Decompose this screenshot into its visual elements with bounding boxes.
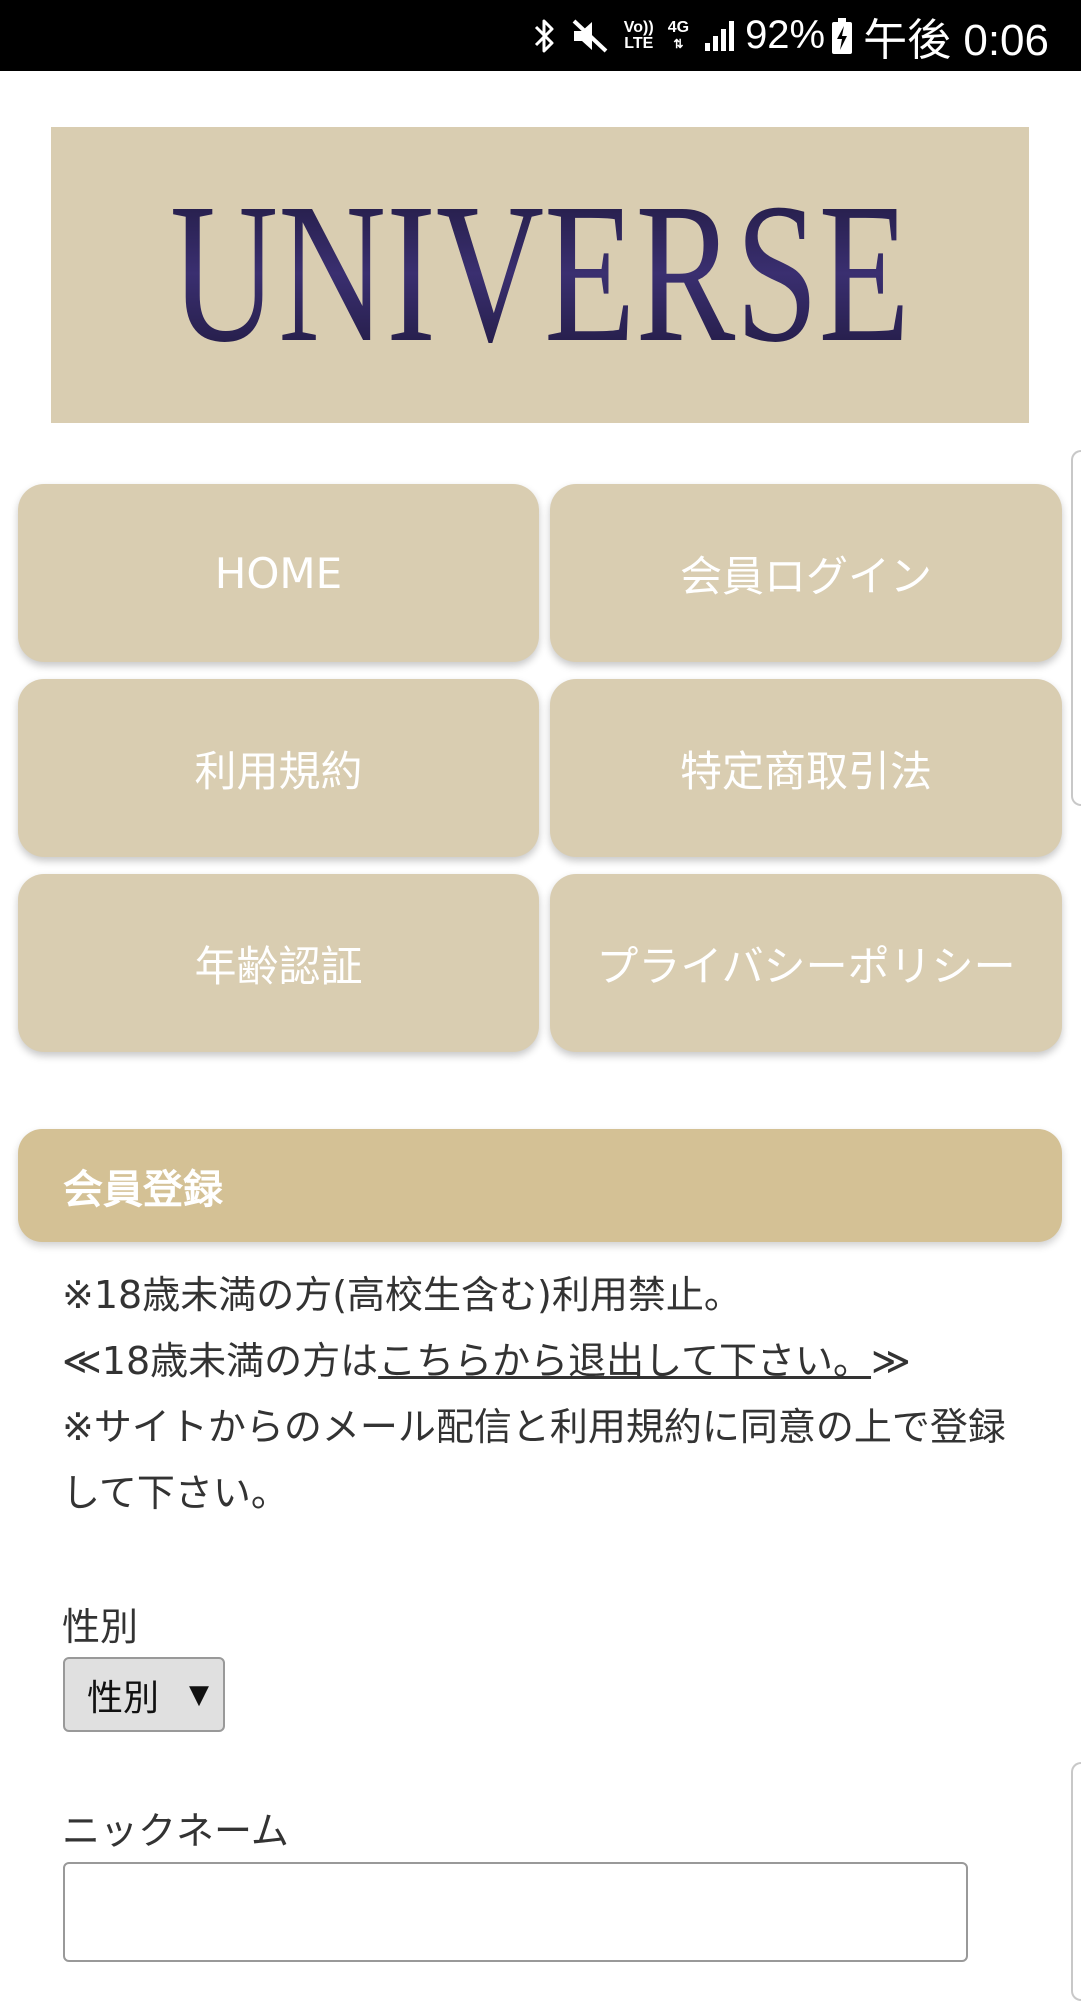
nav-privacy-policy-button[interactable]: プライバシーポリシー bbox=[550, 874, 1062, 1052]
network-type-icon: 4G ⇅ bbox=[667, 18, 690, 51]
nav-member-login-label: 会員ログイン bbox=[679, 551, 932, 601]
signal-icon bbox=[703, 19, 737, 53]
nav-home-button[interactable]: HOME bbox=[18, 484, 539, 662]
notice-exit-suffix: ≫ bbox=[871, 1339, 911, 1383]
notice-age-restriction: ※18歳未満の方(高校生含む)利用禁止。 bbox=[62, 1273, 742, 1317]
gender-label: 性別 bbox=[62, 1605, 139, 1649]
registration-section-header: 会員登録 bbox=[18, 1129, 1062, 1242]
network-type-text: 4G bbox=[667, 18, 690, 36]
registration-notice: ※18歳未満の方(高校生含む)利用禁止。 ≪18歳未満の方はこちらから退出して下… bbox=[62, 1262, 1022, 1526]
exit-link[interactable]: こちらから退出して下さい。 bbox=[378, 1339, 871, 1383]
volte-top-text: Vo)) bbox=[623, 18, 654, 36]
notice-exit-line: ≪18歳未満の方はこちらから退出して下さい。≫ bbox=[62, 1328, 1022, 1394]
nickname-input[interactable] bbox=[63, 1862, 968, 1962]
bluetooth-icon bbox=[534, 17, 556, 55]
site-logo[interactable]: UNIVERSE bbox=[51, 127, 1029, 423]
dropdown-arrow-icon: ▼ bbox=[189, 1679, 209, 1710]
nav-age-verification-button[interactable]: 年齢認証 bbox=[18, 874, 539, 1052]
battery-percent: 92% bbox=[745, 13, 826, 57]
nav-member-login-button[interactable]: 会員ログイン bbox=[550, 484, 1062, 662]
scrollbar-indicator-top[interactable] bbox=[1071, 450, 1081, 806]
volte-icon: Vo)) LTE bbox=[623, 18, 654, 52]
gender-select[interactable]: 性別 ▼ bbox=[63, 1657, 225, 1732]
nav-commercial-law-button[interactable]: 特定商取引法 bbox=[550, 679, 1062, 857]
nickname-label: ニックネーム bbox=[62, 1809, 289, 1853]
gender-select-value: 性別 bbox=[87, 1677, 160, 1719]
registration-section-title: 会員登録 bbox=[63, 1166, 223, 1213]
notice-exit-prefix: ≪18歳未満の方は bbox=[62, 1339, 379, 1383]
nav-privacy-policy-label: プライバシーポリシー bbox=[596, 941, 1016, 991]
clock: 午後 0:06 bbox=[863, 15, 1049, 65]
nav-home-label: HOME bbox=[214, 548, 343, 598]
nav-age-verification-label: 年齢認証 bbox=[194, 941, 363, 991]
nav-terms-button[interactable]: 利用規約 bbox=[18, 679, 539, 857]
status-bar: Vo)) LTE 4G ⇅ 92% 午後 0:06 bbox=[0, 0, 1081, 71]
battery-charging-icon bbox=[831, 17, 853, 55]
nav-commercial-law-label: 特定商取引法 bbox=[679, 746, 932, 796]
nav-terms-label: 利用規約 bbox=[194, 746, 363, 796]
notice-agreement: ※サイトからのメール配信と利用規約に同意の上で登録して下さい。 bbox=[62, 1405, 1006, 1515]
scrollbar-indicator-bottom[interactable] bbox=[1071, 1762, 1081, 2001]
logo-text: UNIVERSE bbox=[170, 190, 910, 360]
volte-bottom-text: LTE bbox=[624, 34, 654, 52]
mute-icon bbox=[570, 17, 610, 55]
